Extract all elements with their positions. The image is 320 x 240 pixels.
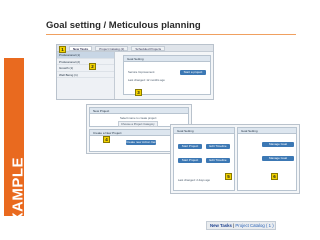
- start-project-button[interactable]: Start Project: [178, 144, 202, 149]
- panel-header: New Project: [90, 108, 188, 114]
- nav-item[interactable]: Well Being (1): [57, 72, 114, 78]
- select-hint: Select name to create project: [120, 116, 157, 120]
- slide-title: Goal setting / Meticulous planning: [46, 20, 201, 31]
- panel-header: Goal Setting: [124, 56, 210, 62]
- screenshot-top: New Tasks Project Catalog (2) Scheduled …: [56, 44, 214, 100]
- marker-badge: 5: [225, 173, 232, 180]
- title-underline: [46, 34, 296, 35]
- manage-goal-button[interactable]: Manage Goal: [262, 142, 294, 147]
- last-changed-note: Last changed: 2 days ago: [178, 178, 211, 182]
- left-nav: Professional (1) Professional (2) Growth…: [57, 52, 115, 99]
- slide: EXAMPLE Goal setting / Meticulous planni…: [0, 0, 320, 240]
- side-accent-bar: EXAMPLE: [4, 58, 27, 233]
- start-project-button[interactable]: Start a project: [180, 70, 206, 75]
- goal-panel-right: Goal Setting Manage Goal Manage Goal: [237, 127, 297, 191]
- panel-header: Goal Setting: [238, 128, 296, 134]
- tab-bar: New Tasks Project Catalog (2) Scheduled …: [57, 45, 213, 52]
- marker-badge: 4: [103, 136, 110, 143]
- tab-scheduled-projects[interactable]: Scheduled Projects: [131, 45, 166, 51]
- start-project-button[interactable]: Start Project: [178, 158, 202, 163]
- last-changed-note: Last changed: 12 months ago: [128, 78, 165, 82]
- example-label: EXAMPLE: [9, 156, 27, 234]
- section-label: Service Improvement: [128, 70, 155, 74]
- marker-badge: 2: [89, 63, 96, 70]
- screenshot-right: Goal Setting Start Project Edit Timeline…: [170, 124, 300, 194]
- tab-project-catalog[interactable]: Project Catalog (2): [95, 45, 129, 51]
- crumb-project-catalog[interactable]: Project Catalog ( 1 ): [235, 223, 273, 228]
- marker-badge: 1: [59, 46, 66, 53]
- marker-badge: 3: [135, 89, 142, 96]
- crumb-new-tasks[interactable]: New Tasks: [210, 223, 232, 228]
- manage-goal-button[interactable]: Manage Goal: [262, 156, 294, 161]
- edit-timeline-button[interactable]: Edit Timeline: [206, 144, 230, 149]
- category-select[interactable]: Choose a Project Category: [118, 121, 158, 127]
- edit-timeline-button[interactable]: Edit Timeline: [206, 158, 230, 163]
- marker-badge: 6: [271, 173, 278, 180]
- create-action-button[interactable]: Create new Action Item: [126, 140, 157, 145]
- breadcrumb: New Tasks | Project Catalog ( 1 ): [206, 221, 276, 230]
- goal-panel-left: Goal Setting Start Project Edit Timeline…: [173, 127, 235, 191]
- panel-header: Goal Setting: [174, 128, 234, 134]
- tab-new-tasks[interactable]: New Tasks: [69, 45, 93, 51]
